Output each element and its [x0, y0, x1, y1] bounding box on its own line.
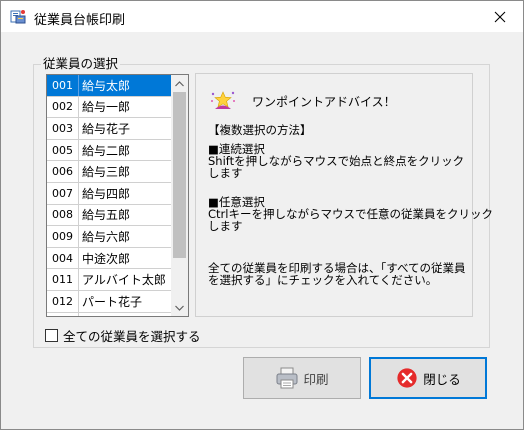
- close-button[interactable]: 閉じる: [369, 357, 487, 399]
- employee-name: アルバイト太郎: [82, 273, 166, 288]
- employee-name: 給与四郎: [82, 186, 131, 201]
- printer-icon: [275, 366, 299, 390]
- close-button-label: 閉じる: [423, 371, 461, 387]
- employee-code: 005: [47, 139, 79, 161]
- advice-line: します: [208, 166, 243, 180]
- advice-title: ワンポイントアドバイス！: [252, 95, 396, 109]
- list-scrollbar[interactable]: [171, 75, 188, 316]
- employee-name: 給与五郎: [82, 208, 131, 223]
- employee-list-item[interactable]: 008 給与五郎: [47, 204, 172, 227]
- employee-list-item[interactable]: 012 パート花子: [47, 290, 172, 313]
- employee-list-item[interactable]: 002 給与一郎: [47, 96, 172, 119]
- chevron-up-icon: [175, 80, 184, 86]
- employee-code: 008: [47, 204, 79, 226]
- advice-panel: ワンポイントアドバイス！ 【複数選択の方法】 ■連続選択 Shiftを押しながら…: [195, 73, 493, 317]
- employee-name: 給与三郎: [82, 165, 131, 180]
- advice-line: Ctrlキーを押しながらマウスで任意の従業員をクリック: [208, 207, 493, 221]
- star-badge-icon: [209, 88, 237, 112]
- chevron-down-icon: [175, 305, 184, 311]
- employee-code: 007: [47, 182, 79, 204]
- employee-code: 006: [47, 161, 79, 182]
- employee-name: 給与花子: [82, 121, 131, 136]
- close-icon: [494, 11, 506, 22]
- employee-list-item[interactable]: 003 給与花子: [47, 118, 172, 140]
- employee-code: 004: [47, 247, 79, 269]
- window-title: 従業員台帳印刷: [34, 13, 126, 28]
- employee-selection-label: 従業員の選択: [41, 53, 121, 72]
- employee-code: 001: [47, 75, 79, 96]
- employee-list-item[interactable]: 006 給与三郎: [47, 161, 172, 183]
- employee-code: 009: [47, 226, 79, 247]
- employee-name: 給与一郎: [82, 100, 131, 115]
- select-all-checkbox[interactable]: [45, 329, 58, 342]
- employee-list-item[interactable]: 009 給与六郎: [47, 226, 172, 248]
- print-dialog-window: 従業員台帳印刷 従業員の選択 001 給与太郎 002 給与一郎 003 給与花子 005 給…: [0, 0, 524, 430]
- select-all-row[interactable]: 全ての従業員を選択する: [45, 326, 201, 345]
- employee-code: 012: [47, 290, 79, 312]
- employee-name: 用 太郎: [79, 314, 122, 316]
- employee-list-item[interactable]: 005 給与二郎: [47, 139, 172, 162]
- app-icon: [10, 9, 26, 25]
- advice-line: を選択する」にチェックを入れてください。: [208, 273, 438, 287]
- employee-list-item[interactable]: 001 給与太郎: [47, 75, 172, 97]
- employee-name: 給与二郎: [82, 143, 131, 158]
- scroll-up-button[interactable]: [171, 75, 188, 92]
- window-close-button[interactable]: [477, 1, 523, 32]
- advice-line: Shiftを押しながらマウスで始点と終点をクリック: [208, 154, 465, 168]
- employee-name: 中途次郎: [82, 251, 131, 266]
- advice-line: 【複数選択の方法】: [208, 123, 312, 137]
- employee-list-item[interactable]: 013用 太郎: [47, 312, 172, 316]
- employee-code: 011: [47, 269, 79, 290]
- employee-list: 001 給与太郎 002 給与一郎 003 給与花子 005 給与二郎 006 給与三郎 007 給与…: [47, 75, 172, 316]
- print-button-label: 印刷: [303, 371, 329, 387]
- title-bar: 従業員台帳印刷: [1, 1, 523, 32]
- employee-name: パート花子: [82, 294, 143, 309]
- employee-code: 002: [47, 96, 79, 118]
- employee-name: 給与六郎: [82, 229, 131, 244]
- scroll-down-button[interactable]: [171, 299, 188, 316]
- close-circle-icon: [395, 366, 419, 390]
- scroll-thumb[interactable]: [173, 92, 186, 258]
- employee-code: 013: [47, 312, 79, 316]
- select-all-label[interactable]: 全ての従業員を選択する: [63, 326, 201, 345]
- employee-name: 給与太郎: [82, 78, 131, 93]
- employee-code: 003: [47, 118, 79, 139]
- employee-list-item[interactable]: 007 給与四郎: [47, 182, 172, 205]
- print-button[interactable]: 印刷: [243, 357, 361, 399]
- advice-line: します: [208, 219, 243, 233]
- employee-list-item[interactable]: 004 中途次郎: [47, 247, 172, 270]
- employee-list-item[interactable]: 011 アルバイト太郎: [47, 269, 172, 291]
- employee-listbox[interactable]: 001 給与太郎 002 給与一郎 003 給与花子 005 給与二郎 006 給与三郎 007 給与…: [46, 74, 189, 317]
